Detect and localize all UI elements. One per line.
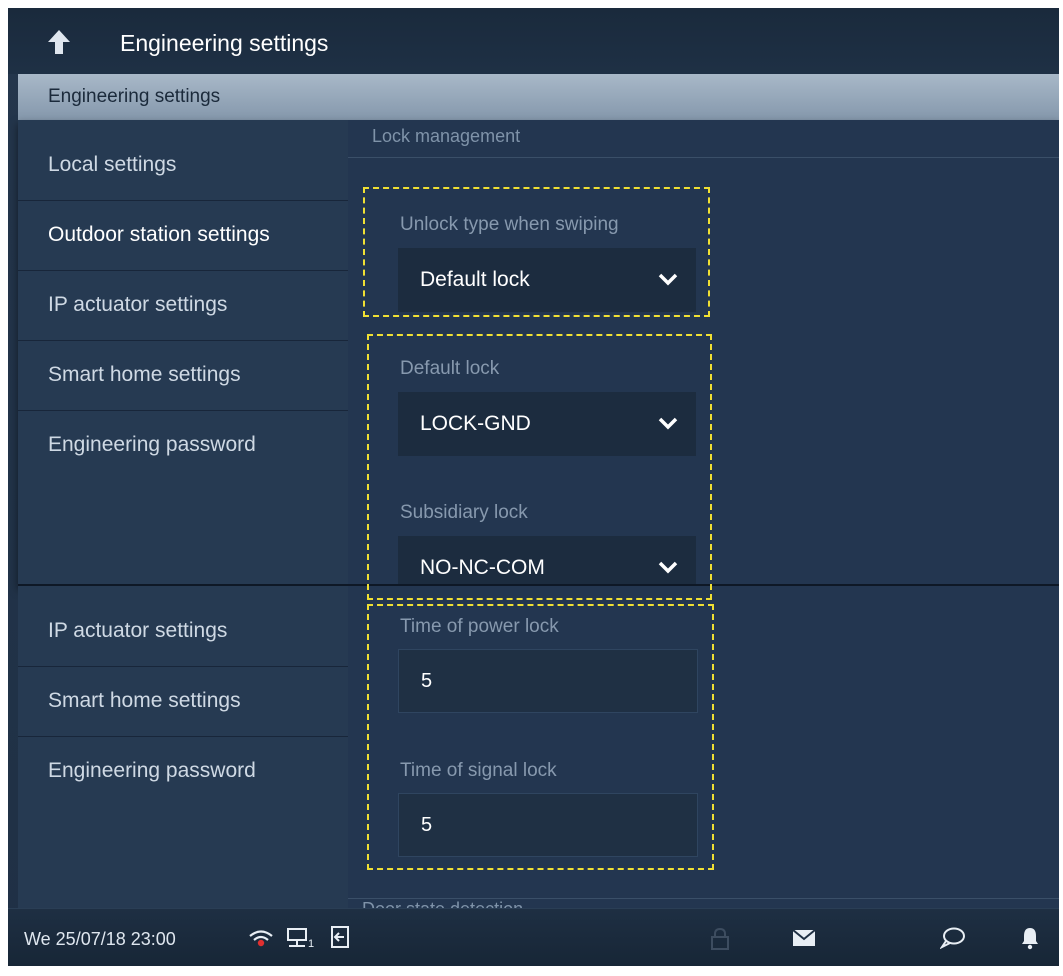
- nav-item-label: Engineering password: [48, 433, 256, 456]
- chevron-down-icon: [658, 273, 678, 286]
- subsidiary-lock-value: NO-NC-COM: [420, 556, 545, 579]
- engineering-settings-label: Engineering settings: [48, 86, 221, 107]
- timing-content: Time of power lock 5 Time of signal lock…: [348, 586, 1059, 918]
- chat-icon[interactable]: [940, 926, 966, 950]
- nav-item-local-settings[interactable]: Local settings: [18, 130, 348, 201]
- default-lock-value: LOCK-GND: [420, 412, 531, 435]
- timing-section: IP actuator settings Smart home settings…: [18, 586, 1059, 918]
- section-header: Lock management: [348, 120, 1059, 158]
- lock-icon: [711, 927, 729, 950]
- section-title: Lock management: [372, 126, 521, 146]
- top-bar: Engineering settings: [8, 8, 1059, 74]
- nav-item-ip-actuator-settings[interactable]: IP actuator settings: [18, 596, 348, 667]
- network-icon: [287, 928, 307, 947]
- lock-management-content: Lock management Unlock type when swiping…: [348, 120, 1059, 584]
- signal-lock-time-value: 5: [421, 814, 433, 836]
- nav-item-label: Smart home settings: [48, 363, 241, 386]
- power-lock-time-input[interactable]: 5: [398, 649, 698, 713]
- page-title: Engineering settings: [120, 30, 329, 56]
- nav-item-outdoor-station-settings[interactable]: Outdoor station settings: [18, 200, 348, 271]
- settings-nav: Local settings Outdoor station settings …: [18, 120, 348, 584]
- datetime: We 25/07/18 23:00: [24, 929, 176, 949]
- nav-item-label: Engineering password: [48, 759, 256, 782]
- subsidiary-lock-label: Subsidiary lock: [400, 502, 528, 523]
- nav-item-smart-home-settings[interactable]: Smart home settings: [18, 666, 348, 737]
- signal-lock-time-input[interactable]: 5: [398, 793, 698, 857]
- exit-icon[interactable]: [328, 925, 352, 949]
- nav-item-label: IP actuator settings: [48, 619, 228, 642]
- signal-lock-label: Time of signal lock: [400, 760, 557, 781]
- default-lock-dropdown[interactable]: LOCK-GND: [398, 392, 696, 456]
- wifi-off-icon: [249, 930, 273, 947]
- chevron-down-icon: [658, 561, 678, 574]
- subsidiary-lock-dropdown[interactable]: NO-NC-COM: [398, 536, 696, 584]
- nav-item-engineering-password[interactable]: Engineering password: [18, 410, 348, 480]
- default-lock-label: Default lock: [400, 358, 500, 379]
- nav-item-ip-actuator-settings[interactable]: IP actuator settings: [18, 270, 348, 341]
- power-lock-time-value: 5: [421, 670, 433, 692]
- nav-item-engineering-password[interactable]: Engineering password: [18, 736, 348, 806]
- lock-management-panel: Local settings Outdoor station settings …: [18, 120, 1059, 586]
- power-lock-label: Time of power lock: [400, 616, 559, 637]
- nav-item-label: Smart home settings: [48, 689, 241, 712]
- unlock-type-label: Unlock type when swiping: [400, 214, 619, 235]
- app-window: Engineering settings Engineering setting…: [8, 8, 1059, 966]
- back-arrow-icon[interactable]: [46, 28, 72, 56]
- unlock-type-value: Default lock: [420, 268, 530, 291]
- nav-item-label: IP actuator settings: [48, 293, 228, 316]
- nav-item-label: Local settings: [48, 153, 177, 176]
- mail-icon[interactable]: [792, 929, 816, 947]
- lower-settings-nav: IP actuator settings Smart home settings…: [18, 586, 348, 918]
- nav-item-label: Outdoor station settings: [48, 223, 270, 246]
- nav-item-smart-home-settings[interactable]: Smart home settings: [18, 340, 348, 411]
- bell-icon[interactable]: [1020, 926, 1040, 950]
- chevron-down-icon: [658, 417, 678, 430]
- network-index: 1: [308, 938, 315, 950]
- unlock-type-dropdown[interactable]: Default lock: [398, 248, 696, 312]
- door-state-detection-header: Door state detection: [362, 899, 523, 908]
- engineering-settings-bar: Engineering settings: [18, 74, 1059, 120]
- status-bar: We 25/07/18 23:00 1: [8, 908, 1059, 966]
